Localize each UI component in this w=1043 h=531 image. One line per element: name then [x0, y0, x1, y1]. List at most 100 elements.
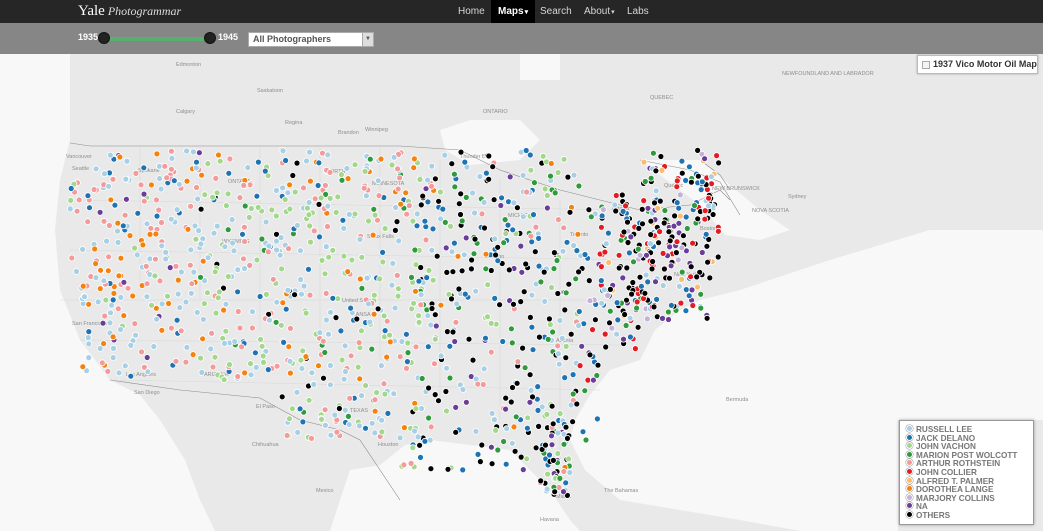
photo-marker[interactable] — [457, 148, 465, 156]
photo-marker[interactable] — [657, 153, 665, 160]
photo-marker[interactable] — [652, 187, 660, 195]
photo-marker[interactable] — [462, 398, 470, 406]
photo-marker[interactable] — [606, 307, 614, 315]
nav-maps[interactable]: Maps▾ — [491, 0, 536, 23]
photo-marker[interactable] — [666, 274, 673, 282]
photo-marker[interactable] — [187, 246, 195, 254]
photo-marker[interactable] — [344, 268, 352, 276]
photo-marker[interactable] — [186, 261, 194, 269]
photo-marker[interactable] — [155, 206, 163, 214]
photo-marker[interactable] — [482, 250, 490, 258]
photo-marker[interactable] — [441, 151, 449, 159]
photo-marker[interactable] — [620, 335, 627, 343]
legend-item[interactable]: DOROTHEA LANGE — [906, 485, 1033, 494]
photo-marker[interactable] — [278, 265, 286, 273]
photo-marker[interactable] — [279, 299, 287, 307]
photo-marker[interactable] — [379, 248, 387, 256]
photo-marker[interactable] — [485, 152, 493, 160]
photo-marker[interactable] — [224, 273, 232, 280]
photographer-select[interactable]: All Photographers ▼ — [248, 32, 374, 47]
photo-marker[interactable] — [502, 405, 510, 413]
photo-marker[interactable] — [172, 262, 180, 270]
photo-marker[interactable] — [198, 368, 206, 376]
photo-marker[interactable] — [708, 173, 715, 181]
photo-marker[interactable] — [613, 330, 620, 338]
photo-marker[interactable] — [286, 369, 294, 377]
photo-marker[interactable] — [673, 183, 681, 191]
photo-marker[interactable] — [548, 441, 556, 449]
photo-marker[interactable] — [556, 474, 564, 482]
photo-marker[interactable] — [694, 215, 702, 223]
photo-marker[interactable] — [494, 446, 502, 454]
photo-marker[interactable] — [517, 453, 525, 461]
photo-marker[interactable] — [488, 460, 496, 468]
photo-marker[interactable] — [455, 285, 463, 293]
photo-marker[interactable] — [316, 329, 324, 337]
photo-marker[interactable] — [415, 277, 423, 285]
photo-marker[interactable] — [293, 221, 301, 229]
photo-marker[interactable] — [482, 169, 490, 177]
photo-marker[interactable] — [502, 230, 510, 237]
photo-marker[interactable] — [685, 292, 693, 300]
photo-marker[interactable] — [654, 204, 662, 212]
photo-marker[interactable] — [480, 198, 488, 206]
photo-marker[interactable] — [612, 192, 620, 199]
photo-marker[interactable] — [322, 243, 330, 251]
photo-marker[interactable] — [286, 205, 294, 213]
photo-marker[interactable] — [482, 265, 490, 273]
photo-marker[interactable] — [106, 319, 114, 327]
photo-marker[interactable] — [652, 278, 659, 286]
photo-marker[interactable] — [111, 201, 119, 209]
photo-marker[interactable] — [565, 280, 573, 288]
photo-marker[interactable] — [100, 217, 108, 225]
photo-marker[interactable] — [484, 313, 491, 321]
photo-marker[interactable] — [396, 434, 404, 442]
photo-marker[interactable] — [644, 204, 652, 212]
photo-marker[interactable] — [469, 356, 477, 364]
photo-marker[interactable] — [543, 410, 551, 418]
photo-marker[interactable] — [429, 276, 437, 284]
photo-marker[interactable] — [508, 439, 516, 447]
photo-marker[interactable] — [341, 342, 349, 350]
photo-marker[interactable] — [131, 244, 139, 252]
photo-marker[interactable] — [551, 488, 559, 496]
photo-marker[interactable] — [636, 251, 644, 259]
photo-marker[interactable] — [298, 365, 306, 372]
photo-marker[interactable] — [598, 212, 606, 220]
photo-marker[interactable] — [252, 363, 260, 371]
photo-marker[interactable] — [362, 424, 369, 432]
photo-marker[interactable] — [607, 285, 614, 293]
photo-marker[interactable] — [321, 406, 329, 414]
photo-marker[interactable] — [575, 308, 583, 315]
photo-marker[interactable] — [555, 350, 562, 358]
map-canvas[interactable]: Edmonton Saskatoon Calgary Regina Brandon Win… — [0, 54, 1043, 531]
photo-marker[interactable] — [698, 249, 706, 256]
photo-marker[interactable] — [551, 249, 558, 257]
photo-marker[interactable] — [324, 202, 332, 210]
photo-marker[interactable] — [419, 192, 427, 200]
photo-marker[interactable] — [621, 311, 628, 318]
photo-marker[interactable] — [409, 444, 417, 452]
photo-marker[interactable] — [377, 155, 385, 163]
photo-marker[interactable] — [482, 334, 489, 342]
photo-marker[interactable] — [158, 242, 166, 250]
photo-marker[interactable] — [582, 436, 590, 444]
photo-marker[interactable] — [555, 216, 562, 224]
photo-marker[interactable] — [366, 318, 374, 326]
photo-marker[interactable] — [454, 252, 462, 260]
photo-marker[interactable] — [554, 169, 562, 176]
photo-marker[interactable] — [451, 183, 459, 191]
photo-marker[interactable] — [461, 158, 469, 166]
photo-marker[interactable] — [197, 205, 205, 213]
photo-marker[interactable] — [612, 207, 620, 215]
photo-marker[interactable] — [327, 308, 335, 316]
photo-marker[interactable] — [132, 169, 140, 177]
photo-marker[interactable] — [208, 329, 216, 337]
photo-marker[interactable] — [228, 216, 236, 224]
photo-marker[interactable] — [592, 316, 599, 324]
photo-marker[interactable] — [371, 211, 379, 219]
photo-marker[interactable] — [374, 305, 382, 313]
photo-marker[interactable] — [626, 249, 633, 257]
photo-marker[interactable] — [522, 147, 530, 154]
photo-marker[interactable] — [661, 207, 669, 214]
